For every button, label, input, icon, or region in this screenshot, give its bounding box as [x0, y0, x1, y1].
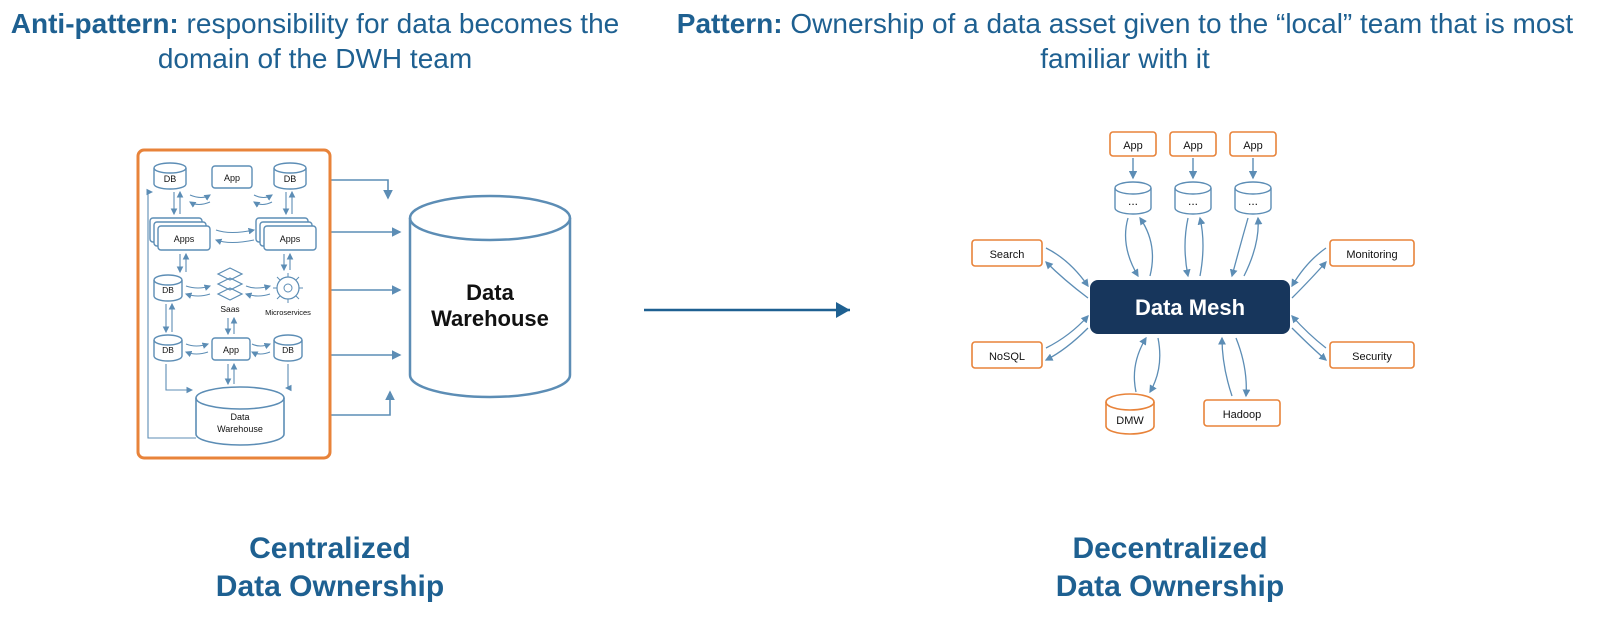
svg-text:Microservices: Microservices: [265, 308, 311, 317]
svg-text:DB: DB: [164, 174, 177, 184]
svg-text:Warehouse: Warehouse: [431, 306, 549, 331]
caption-line: Data Ownership: [1056, 570, 1284, 603]
caption-line: Data Ownership: [216, 570, 444, 603]
apps-stack-icon: Apps: [150, 218, 210, 250]
svg-text:App: App: [223, 345, 239, 355]
app-box: App: [1230, 132, 1276, 156]
decentralized-caption: Decentralized Data Ownership: [960, 530, 1380, 605]
svg-text:Search: Search: [990, 249, 1025, 261]
saas-icon: Saas: [218, 268, 242, 314]
link-arrows: [1126, 218, 1259, 276]
link-arrows: [1134, 338, 1246, 396]
pattern-heading: Pattern: Ownership of a data asset given…: [660, 6, 1590, 76]
search-box: Search: [972, 240, 1042, 266]
hadoop-box: Hadoop: [1204, 400, 1280, 426]
heading-label: Pattern:: [677, 8, 783, 39]
ellipsis-cylinder-icon: ...: [1115, 182, 1151, 214]
transition-arrow-icon: [640, 290, 870, 335]
ellipsis-cylinder-icon: ...: [1175, 182, 1211, 214]
db-icon: DB: [274, 163, 306, 189]
svg-text:Saas: Saas: [220, 304, 239, 314]
db-icon: DB: [154, 335, 182, 361]
db-icon: DB: [274, 335, 302, 361]
feed-arrows: [330, 180, 400, 415]
svg-text:DB: DB: [162, 285, 174, 295]
svg-text:Data: Data: [466, 280, 514, 305]
svg-text:NoSQL: NoSQL: [989, 351, 1025, 363]
ellipsis-cylinder-icon: ...: [1235, 182, 1271, 214]
svg-text:DB: DB: [284, 174, 297, 184]
security-box: Security: [1330, 342, 1414, 368]
svg-text:...: ...: [1248, 194, 1258, 208]
svg-text:App: App: [1183, 140, 1203, 152]
svg-text:Hadoop: Hadoop: [1223, 409, 1262, 421]
monitoring-box: Monitoring: [1330, 240, 1414, 266]
svg-text:Warehouse: Warehouse: [217, 424, 263, 434]
svg-text:Data Mesh: Data Mesh: [1135, 295, 1245, 320]
data-warehouse-cylinder-icon: Data Warehouse: [410, 196, 570, 397]
svg-text:Apps: Apps: [174, 234, 195, 244]
app-box: App: [212, 338, 250, 360]
centralized-diagram: Data Warehouse DB App: [130, 140, 590, 475]
db-icon: DB: [154, 275, 182, 301]
caption-line: Decentralized: [1072, 532, 1267, 565]
heading-label: Anti-pattern:: [11, 8, 179, 39]
heading-text: Ownership of a data asset given to the “…: [783, 8, 1574, 74]
dmw-cylinder-icon: DMW: [1106, 394, 1154, 434]
app-box: App: [1110, 132, 1156, 156]
svg-text:Data: Data: [230, 412, 249, 422]
app-box: App: [1170, 132, 1216, 156]
svg-text:DMW: DMW: [1116, 415, 1144, 427]
microservices-icon: Microservices: [265, 273, 311, 317]
decentralized-diagram: Data Mesh App App App: [960, 120, 1420, 485]
svg-text:...: ...: [1128, 194, 1138, 208]
caption-line: Centralized: [249, 532, 411, 565]
centralized-caption: Centralized Data Ownership: [120, 530, 540, 605]
svg-text:Security: Security: [1352, 351, 1392, 363]
svg-text:DB: DB: [282, 345, 294, 355]
data-mesh-center: Data Mesh: [1090, 280, 1290, 334]
svg-text:Apps: Apps: [280, 234, 301, 244]
svg-text:Monitoring: Monitoring: [1346, 249, 1397, 261]
inner-dwh-icon: Data Warehouse: [196, 387, 284, 445]
link-arrows: [1292, 248, 1326, 360]
apps-stack-icon: Apps: [256, 218, 316, 250]
svg-text:App: App: [224, 173, 240, 183]
svg-text:App: App: [1243, 140, 1263, 152]
svg-text:...: ...: [1188, 194, 1198, 208]
svg-text:App: App: [1123, 140, 1143, 152]
link-arrows: [1133, 158, 1253, 178]
db-icon: DB: [154, 163, 186, 189]
svg-text:DB: DB: [162, 345, 174, 355]
link-arrows: [1046, 248, 1088, 360]
nosql-box: NoSQL: [972, 342, 1042, 368]
heading-text: responsibility for data becomes the doma…: [158, 8, 619, 74]
link-arrows: [190, 195, 272, 205]
app-box: App: [212, 166, 252, 188]
anti-pattern-heading: Anti-pattern: responsibility for data be…: [0, 6, 630, 76]
